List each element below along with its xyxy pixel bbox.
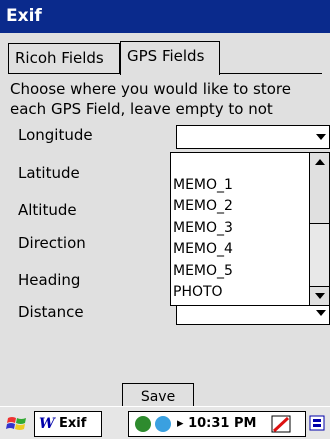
system-tray: ▸ 10:31 PM [128, 411, 306, 437]
option-empty[interactable] [171, 153, 311, 175]
option-photo[interactable]: PHOTO [171, 282, 311, 304]
dropdown-scrollbar[interactable] [309, 153, 329, 305]
direction-label: Direction [18, 234, 86, 252]
instructions-text: Choose where you would like to store eac… [10, 80, 291, 118]
chevron-down-icon [316, 310, 326, 316]
longitude-dropdown-list[interactable]: MEMO_1 MEMO_2 MEMO_3 MEMO_4 MEMO_5 PHOTO [170, 152, 330, 306]
tab-gps-fields[interactable]: GPS Fields [120, 41, 220, 75]
chevron-down-icon [314, 293, 325, 299]
network-icon[interactable] [135, 416, 151, 432]
option-memo-2[interactable]: MEMO_2 [171, 196, 311, 218]
taskbar-app-button[interactable]: W Exif [34, 411, 102, 437]
scroll-thumb[interactable] [310, 171, 329, 224]
longitude-combo[interactable] [176, 125, 330, 149]
altitude-label: Altitude [18, 201, 77, 219]
latitude-label: Latitude [18, 164, 80, 182]
scroll-down-button[interactable] [310, 286, 329, 305]
chevron-down-icon [316, 134, 326, 140]
heading-label: Heading [18, 271, 81, 289]
app-w-icon: W [39, 416, 55, 432]
windows-start-icon[interactable] [6, 413, 28, 435]
clock-time: 10:31 PM [188, 416, 257, 431]
chevron-up-icon [314, 159, 325, 165]
distance-label: Distance [18, 303, 84, 321]
tab-ricoh-fields[interactable]: Ricoh Fields [8, 43, 120, 73]
input-pen-icon[interactable] [271, 414, 293, 434]
taskbar-app-label: Exif [59, 416, 87, 431]
keyboard-icon[interactable] [308, 413, 328, 433]
option-memo-3[interactable]: MEMO_3 [171, 218, 311, 240]
taskbar: W Exif ▸ 10:31 PM [0, 406, 330, 439]
option-memo-5[interactable]: MEMO_5 [171, 261, 311, 283]
clock[interactable]: ▸ 10:31 PM [177, 412, 256, 436]
scroll-up-button[interactable] [310, 153, 329, 172]
option-memo-4[interactable]: MEMO_4 [171, 239, 311, 261]
longitude-dropdown-button[interactable] [312, 126, 329, 148]
option-list: MEMO_1 MEMO_2 MEMO_3 MEMO_4 MEMO_5 PHOTO [171, 153, 311, 304]
longitude-label: Longitude [18, 126, 93, 144]
option-memo-1[interactable]: MEMO_1 [171, 175, 311, 197]
sync-icon[interactable] [155, 416, 171, 432]
window-title: Exif [0, 0, 330, 33]
